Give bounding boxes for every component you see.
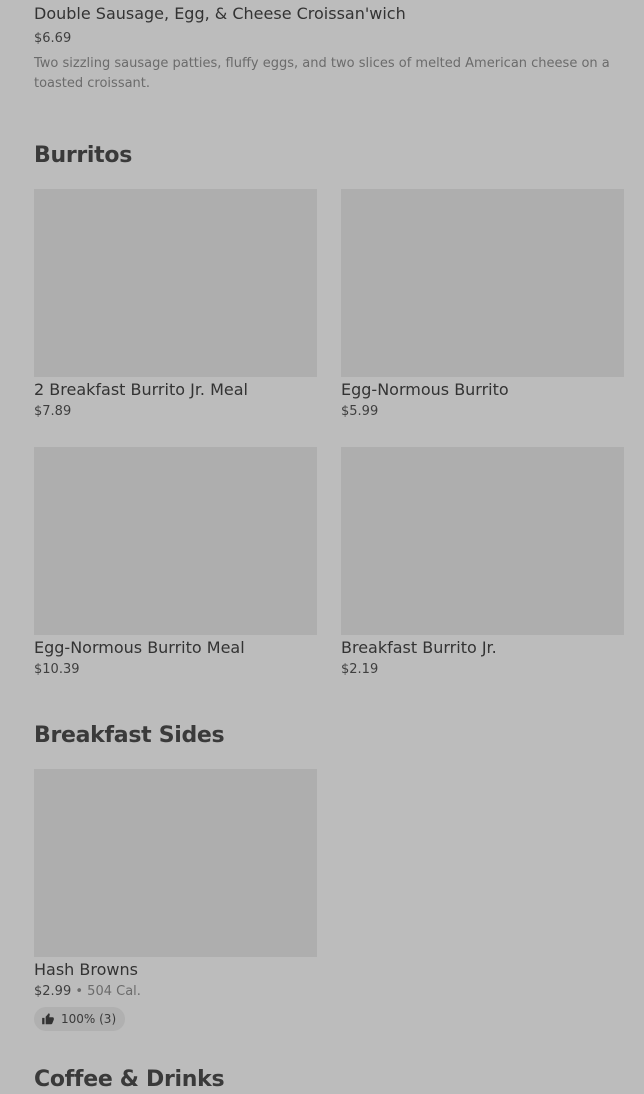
item-description: Two sizzling sausage patties, fluffy egg…: [34, 56, 610, 91]
item-price: $2.99: [34, 984, 72, 999]
item-image-placeholder: [34, 189, 317, 377]
item-image-placeholder: [341, 189, 624, 377]
item-image-placeholder: [341, 447, 624, 635]
item-price: $10.39: [34, 662, 80, 677]
section-title-burritos: Burritos: [34, 143, 132, 168]
item-price: $5.99: [341, 404, 379, 419]
item-calories: 504 Cal.: [87, 984, 141, 999]
item-price: $2.19: [341, 662, 379, 677]
menu-item-card[interactable]: Breakfast Burrito Jr. $2.19: [341, 447, 624, 679]
item-price: $7.89: [34, 404, 72, 419]
item-image-placeholder: [34, 447, 317, 635]
menu-item-card[interactable]: Egg-Normous Burrito Meal $10.39: [34, 447, 317, 679]
menu-item-card[interactable]: Hash Browns $2.99 • 504 Cal. 100% (3): [34, 769, 317, 1031]
separator-dot: •: [75, 984, 84, 999]
section-title-breakfast-sides: Breakfast Sides: [34, 723, 225, 748]
rating-badge: 100% (3): [34, 1007, 126, 1031]
item-price: $6.69: [34, 31, 72, 46]
menu-item-card[interactable]: 2 Breakfast Burrito Jr. Meal $7.89: [34, 189, 317, 421]
item-name: Double Sausage, Egg, & Cheese Croissan'w…: [34, 4, 406, 23]
item-name: Egg-Normous Burrito: [341, 380, 509, 399]
item-name: 2 Breakfast Burrito Jr. Meal: [34, 380, 248, 399]
section-title-coffee-drinks: Coffee & Drinks: [34, 1067, 225, 1092]
thumbs-up-icon: [42, 1013, 54, 1025]
menu-item-double-sausage-croissanwich[interactable]: Double Sausage, Egg, & Cheese Croissan'w…: [34, 4, 614, 94]
item-name: Egg-Normous Burrito Meal: [34, 638, 245, 657]
item-name: Breakfast Burrito Jr.: [341, 638, 497, 657]
menu-item-card[interactable]: Egg-Normous Burrito $5.99: [341, 189, 624, 421]
item-name: Hash Browns: [34, 960, 138, 979]
item-price-line: $2.99 • 504 Cal.: [34, 983, 317, 1001]
item-image-placeholder: [34, 769, 317, 957]
rating-text: 100% (3): [61, 1012, 117, 1026]
